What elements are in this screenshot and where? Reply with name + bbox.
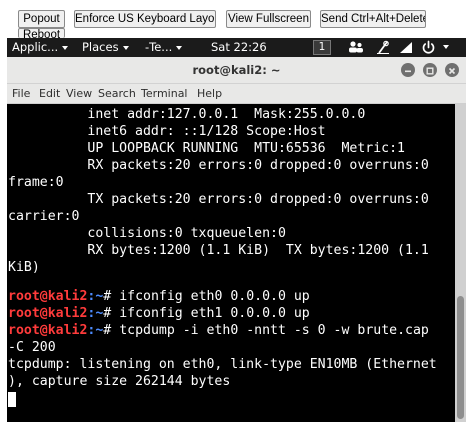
command-line: root@kali2:~# ifconfig eth1 0.0.0.0 up [8, 305, 310, 322]
menu-help[interactable]: Help [197, 84, 222, 104]
clock[interactable]: Sat 22:26 [211, 38, 267, 57]
places-label: Places [82, 40, 119, 54]
terminal-app-label: ‑Te... [145, 40, 173, 54]
prompt-symbol: # [103, 289, 120, 304]
terminal-app-menu[interactable]: ‑Te... [145, 38, 183, 57]
command-line: root@kali2:~# ifconfig eth0 0.0.0.0 up [8, 288, 310, 305]
workspace-indicator[interactable]: 1 [313, 40, 331, 55]
prompt-user: root@kali2 [8, 323, 88, 338]
view-fullscreen-button[interactable]: View Fullscreen [226, 10, 311, 28]
output-line: RX packets:20 errors:0 dropped:0 overrun… [8, 158, 429, 173]
prompt-symbol: # [103, 323, 120, 338]
window-title: root@kali2: ~ [192, 63, 281, 77]
output-line: carrier:0 [8, 209, 80, 224]
menu-edit[interactable]: Edit [39, 84, 60, 104]
prompt-path: :~ [87, 323, 104, 338]
prompt-path: :~ [87, 289, 104, 304]
menu-file[interactable]: File [12, 84, 30, 104]
output-line: tcpdump: listening on eth0, link-type EN… [8, 357, 437, 372]
places-menu[interactable]: Places [82, 38, 129, 57]
command-text: ifconfig eth0 0.0.0.0 up [119, 289, 310, 304]
prompt-symbol: # [103, 306, 120, 321]
text-cursor [8, 392, 16, 407]
applications-menu[interactable]: Applic... [12, 38, 69, 57]
menu-search[interactable]: Search [98, 84, 136, 104]
chevron-down-icon [176, 45, 183, 50]
menu-bar: File Edit View Search Terminal Help [7, 84, 466, 104]
scrollbar-thumb[interactable] [457, 296, 464, 419]
output-line: inet6 addr: ::1/128 Scope:Host [8, 124, 326, 139]
menu-view[interactable]: View [66, 84, 92, 104]
output-line: -C 200 [8, 340, 56, 355]
output-line: KiB) [8, 260, 40, 275]
prompt-user: root@kali2 [8, 306, 88, 321]
power-icon[interactable] [421, 40, 436, 55]
output-line: RX bytes:1200 (1.1 KiB) TX bytes:1200 (1… [8, 243, 429, 258]
prompt-path: :~ [87, 306, 104, 321]
close-icon[interactable] [445, 63, 459, 77]
minimize-icon[interactable] [401, 63, 415, 77]
scrollbar[interactable] [455, 104, 466, 422]
terminal-output[interactable]: inet addr:127.0.0.1 Mask:255.0.0.0 inet6… [7, 104, 455, 422]
command-line: root@kali2:~# tcpdump -i eth0 -nntt -s 0… [8, 322, 429, 339]
applications-label: Applic... [12, 40, 59, 54]
microphone-icon[interactable] [376, 40, 390, 55]
popout-button[interactable]: Popout [18, 10, 65, 28]
enforce-us-keyboard-button[interactable]: Enforce US Keyboard Layout [74, 10, 216, 28]
chevron-down-icon [62, 45, 69, 50]
send-ctrl-alt-delete-button[interactable]: Send Ctrl+Alt+Delete [320, 10, 426, 28]
chevron-down-icon[interactable] [443, 45, 449, 49]
output-line: UP LOOPBACK RUNNING MTU:65536 Metric:1 [8, 141, 405, 156]
users-icon[interactable] [347, 40, 365, 55]
volume-icon[interactable] [399, 40, 413, 55]
vnc-toolbar: Popout Enforce US Keyboard Layout View F… [0, 0, 474, 38]
chevron-down-icon [122, 45, 129, 50]
command-text: tcpdump -i eth0 -nntt -s 0 -w brute.cap [119, 323, 429, 338]
command-text: ifconfig eth1 0.0.0.0 up [119, 306, 310, 321]
output-line: frame:0 [8, 175, 64, 190]
output-line: inet addr:127.0.0.1 Mask:255.0.0.0 [8, 107, 366, 122]
reboot-button[interactable]: Reboot [18, 28, 65, 38]
window-titlebar[interactable]: root@kali2: ~ [7, 57, 466, 84]
menu-terminal[interactable]: Terminal [141, 84, 188, 104]
top-panel: Applic... Places ‑Te... Sat 22:26 1 [7, 38, 466, 57]
maximize-icon[interactable] [423, 63, 437, 77]
prompt-user: root@kali2 [8, 289, 88, 304]
output-line: collisions:0 txqueuelen:0 [8, 226, 286, 241]
output-line: ), capture size 262144 bytes [8, 374, 231, 389]
output-line: TX packets:20 errors:0 dropped:0 overrun… [8, 192, 429, 207]
terminal-window: root@kali2: ~ File Edit View Search Term… [7, 57, 466, 422]
